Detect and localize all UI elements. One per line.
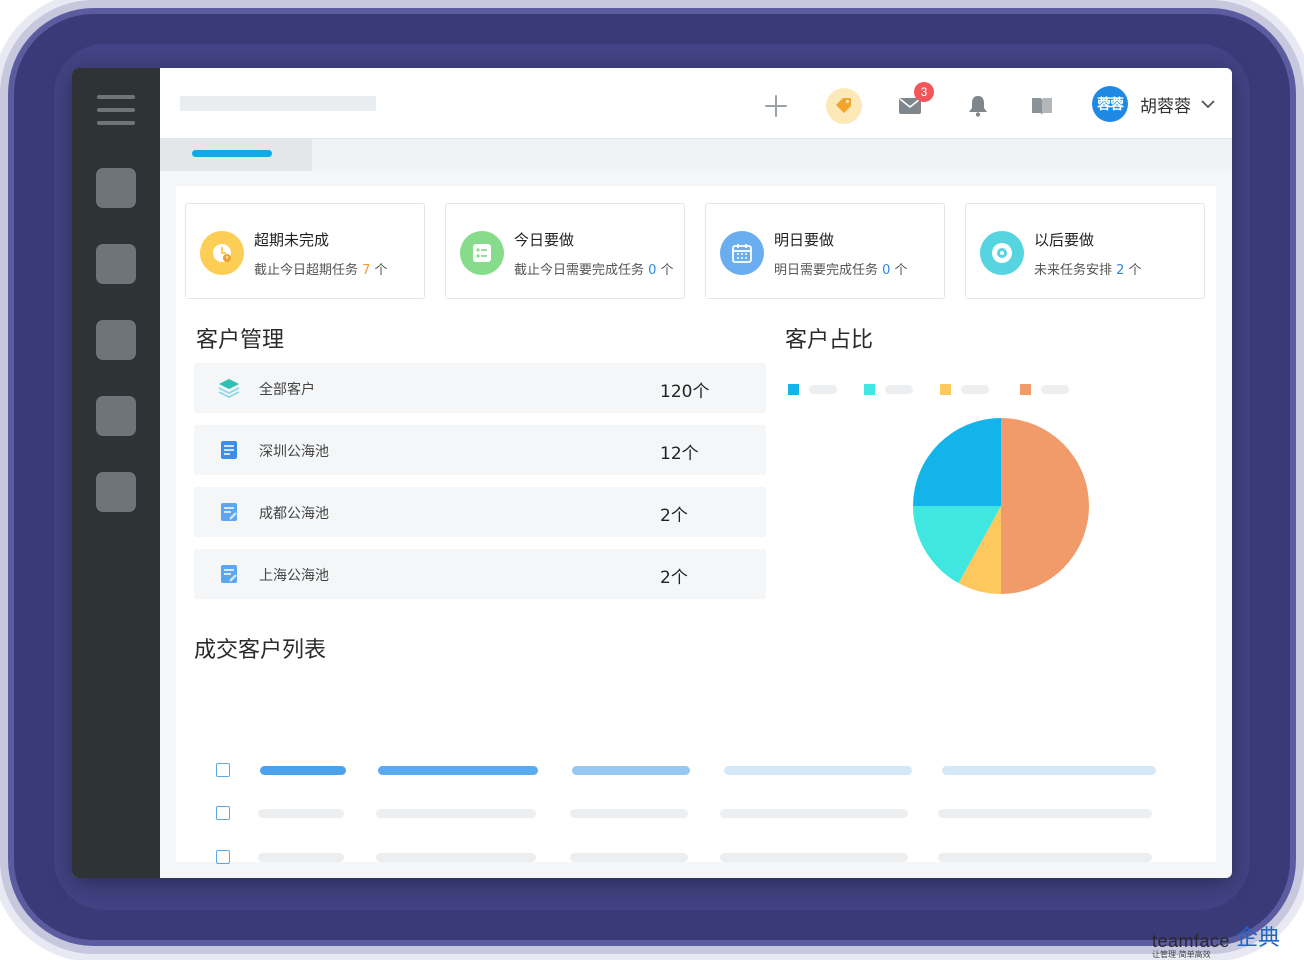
card-later[interactable]: 以后要做 未来任务安排 2 个 [965, 203, 1205, 299]
pie-chart [913, 418, 1089, 594]
card-subtitle: 截止今日需要完成任务 0 个 [514, 263, 674, 278]
customer-row-label: 上海公海池 [259, 568, 329, 584]
column-header[interactable] [942, 766, 1156, 775]
user-menu[interactable]: 蓉蓉 胡蓉蓉 [1092, 86, 1215, 122]
sidebar-item-5[interactable] [96, 472, 136, 512]
sidebar [72, 68, 160, 878]
select-all-checkbox[interactable] [216, 763, 230, 777]
row-checkbox[interactable] [216, 850, 230, 864]
customer-row-value: 2个 [660, 506, 688, 526]
customer-row-label: 深圳公海池 [259, 444, 329, 460]
sidebar-item-3[interactable] [96, 320, 136, 360]
card-title: 以后要做 [1034, 231, 1095, 249]
legend-item [1020, 382, 1069, 396]
sidebar-item-1[interactable] [96, 168, 136, 208]
card-title: 明日要做 [774, 231, 835, 249]
table-row[interactable] [216, 848, 1176, 868]
legend-item [788, 382, 837, 396]
table-header-row [216, 761, 1176, 781]
book-icon[interactable] [1024, 88, 1060, 124]
section-title-customer-management: 客户管理 [196, 328, 285, 353]
row-checkbox[interactable] [216, 806, 230, 820]
customer-row[interactable]: 成都公海池 2个 [194, 487, 766, 537]
top-bar: 3 蓉蓉 胡蓉蓉 [160, 68, 1232, 139]
customer-row[interactable]: 全部客户 120个 [194, 363, 766, 413]
document-icon [221, 441, 237, 459]
layers-icon [218, 379, 240, 399]
card-title: 超期未完成 [254, 231, 330, 249]
user-name: 胡蓉蓉 [1140, 96, 1191, 117]
pie-slice-1 [1001, 418, 1089, 594]
sidebar-item-2[interactable] [96, 244, 136, 284]
legend-item [864, 382, 913, 396]
column-header[interactable] [260, 766, 346, 775]
main-content: 超期未完成 截止今日超期任务 7 个 今日要做 截止今日需要完成任务 0 个 明… [176, 186, 1216, 864]
legend-item [940, 382, 989, 396]
customer-row[interactable]: 上海公海池 2个 [194, 549, 766, 599]
sidebar-item-4[interactable] [96, 396, 136, 436]
card-overdue[interactable]: 超期未完成 截止今日超期任务 7 个 [185, 203, 425, 299]
customer-row-label: 全部客户 [259, 382, 315, 398]
calendar-icon [720, 231, 764, 275]
table-row[interactable] [216, 804, 1176, 824]
tab-active[interactable] [160, 139, 312, 171]
watermark-cn: 企典 [1236, 926, 1281, 951]
card-tomorrow[interactable]: 明日要做 明日需要完成任务 0 个 [705, 203, 945, 299]
tag-icon[interactable] [826, 88, 862, 124]
pie-slice-4 [913, 418, 1001, 506]
page-title-placeholder [180, 96, 376, 111]
watermark-logo: teamface 企典 让管理·简单高效 [1152, 920, 1280, 960]
card-title: 今日要做 [514, 231, 575, 249]
document-edit-icon [221, 503, 237, 521]
mail-badge: 3 [914, 82, 934, 102]
chevron-down-icon [1201, 99, 1215, 108]
add-icon[interactable] [758, 88, 794, 124]
card-today[interactable]: 今日要做 截止今日需要完成任务 0 个 [445, 203, 685, 299]
checklist-icon [460, 231, 504, 275]
mail-icon[interactable]: 3 [892, 82, 934, 124]
card-subtitle: 明日需要完成任务 0 个 [774, 263, 908, 278]
customer-row-label: 成都公海池 [259, 506, 329, 522]
menu-icon[interactable] [97, 95, 135, 125]
column-header[interactable] [724, 766, 912, 775]
target-icon [980, 231, 1024, 275]
section-title-customer-ratio: 客户占比 [785, 328, 874, 353]
card-subtitle: 截止今日超期任务 7 个 [254, 263, 388, 278]
customer-row-value: 2个 [660, 568, 688, 588]
app-window: 3 蓉蓉 胡蓉蓉 超期未完成 截止今日超期任务 7 个 今日要做 截止今日需要完… [72, 68, 1232, 878]
clock-icon [200, 231, 244, 275]
bell-icon[interactable] [960, 88, 996, 124]
customer-row[interactable]: 深圳公海池 12个 [194, 425, 766, 475]
column-header[interactable] [572, 766, 690, 775]
avatar: 蓉蓉 [1092, 86, 1128, 122]
section-title-deal-list: 成交客户列表 [194, 638, 327, 663]
card-subtitle: 未来任务安排 2 个 [1034, 263, 1142, 278]
column-header[interactable] [378, 766, 538, 775]
tab-bar [160, 139, 1232, 171]
customer-row-value: 120个 [660, 382, 710, 402]
customer-row-value: 12个 [660, 444, 699, 464]
document-edit-icon [221, 565, 237, 583]
